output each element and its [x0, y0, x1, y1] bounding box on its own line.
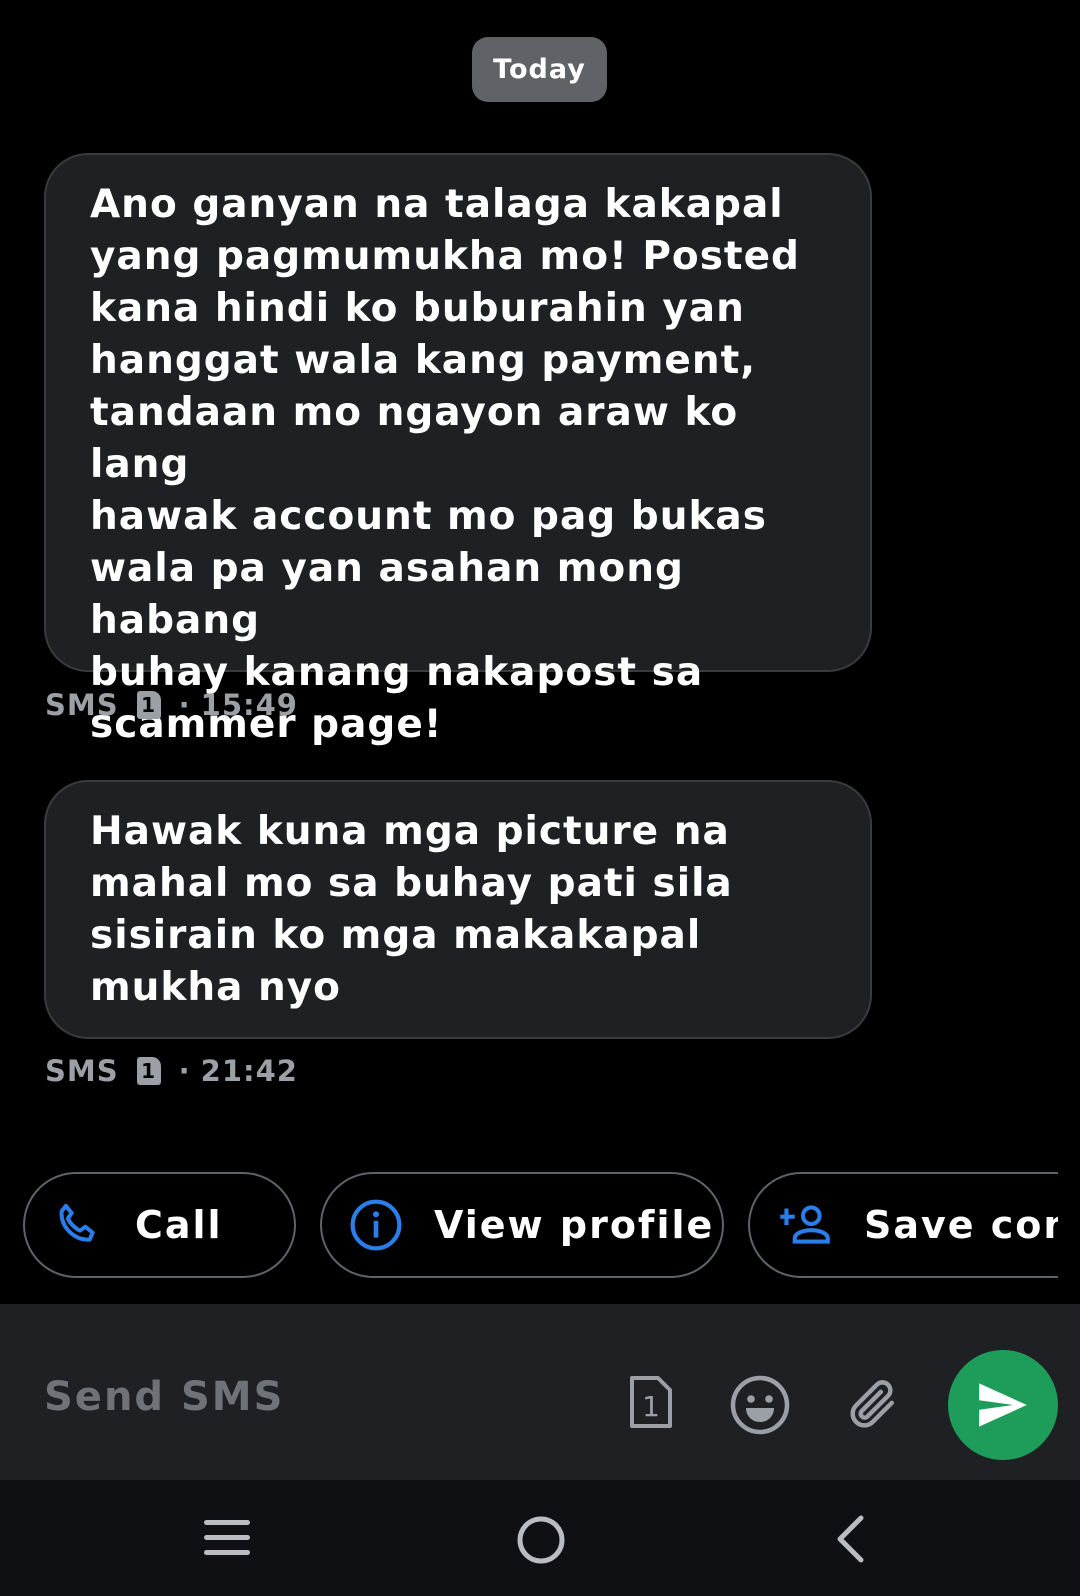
meta-separator: · — [178, 688, 191, 722]
message-time: 15:49 — [200, 688, 298, 722]
send-button[interactable] — [948, 1350, 1058, 1460]
message-composer: 1 — [0, 1304, 1080, 1480]
recents-icon[interactable] — [202, 1514, 252, 1562]
message-bubble[interactable]: Ano ganyan na talaga kakapal yang pagmum… — [44, 153, 872, 747]
message-bubble[interactable]: Hawak kuna mga picture na mahal mo sa bu… — [44, 780, 872, 1039]
sim-badge-icon: 1 — [136, 1057, 161, 1085]
sim-card-label: 1 — [642, 1390, 660, 1423]
paperclip-icon[interactable] — [844, 1374, 900, 1434]
send-sms-input[interactable] — [44, 1362, 564, 1432]
message-meta: SMS 1 · 21:42 — [45, 1054, 298, 1088]
system-navigation-bar — [0, 1480, 1080, 1596]
view-profile-button[interactable]: View profile — [320, 1172, 724, 1278]
back-icon[interactable] — [833, 1514, 867, 1564]
save-contact-label: Save contact — [864, 1203, 1058, 1247]
meta-separator: · — [178, 1054, 191, 1088]
view-profile-label: View profile — [434, 1203, 715, 1247]
message-type: SMS — [45, 688, 119, 722]
phone-icon — [51, 1198, 105, 1252]
call-button[interactable]: Call — [23, 1172, 296, 1278]
suggestion-chips: Call View profile Save contact — [0, 1172, 1058, 1282]
send-icon — [977, 1381, 1029, 1429]
info-icon — [348, 1197, 404, 1253]
message-type: SMS — [45, 1054, 119, 1088]
message-time: 21:42 — [200, 1054, 298, 1088]
sim-badge-icon: 1 — [136, 691, 161, 719]
date-divider: Today — [472, 37, 607, 102]
save-contact-button[interactable]: Save contact — [748, 1172, 1058, 1278]
sim-card-icon[interactable]: 1 — [628, 1374, 674, 1430]
call-label: Call — [135, 1203, 223, 1247]
home-icon[interactable] — [515, 1514, 567, 1566]
conversation-screen: Today Ano ganyan na talaga kakapal yang … — [0, 0, 1080, 1596]
add-person-icon — [772, 1200, 834, 1250]
emoji-icon[interactable] — [729, 1374, 791, 1436]
message-meta: SMS 1 · 15:49 — [45, 688, 298, 722]
